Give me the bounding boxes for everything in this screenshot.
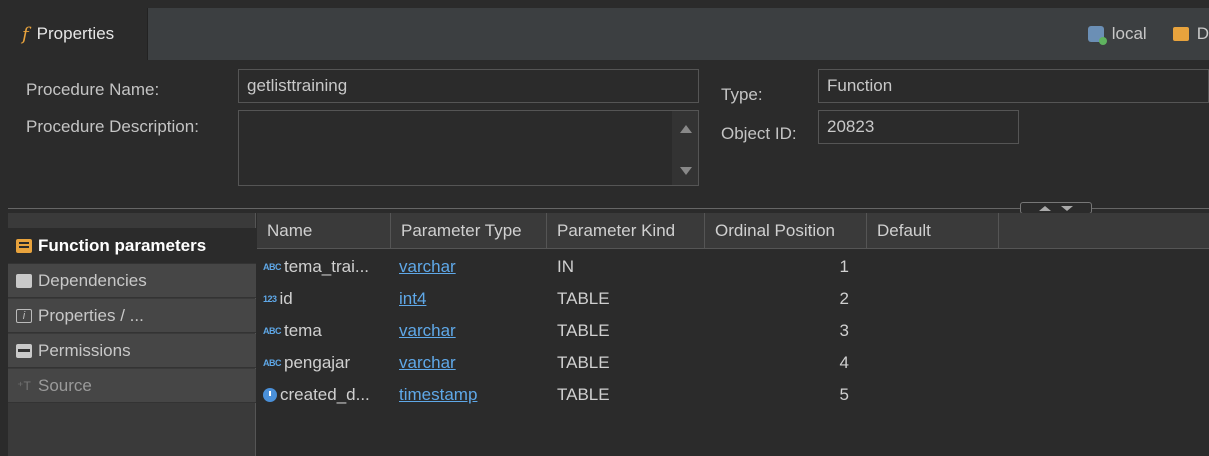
param-name: id [279, 289, 293, 308]
connection-icon [1087, 26, 1107, 45]
nav-properties[interactable]: i Properties / ... [8, 299, 256, 333]
editor-tab-bar: f Properties local D [8, 8, 1209, 60]
function-params-icon [16, 238, 32, 253]
table-row[interactable]: ABC tema_trai... varchar IN 1 [257, 251, 1209, 283]
nav-item-label: Source [38, 375, 92, 395]
nav-permissions[interactable]: Permissions [8, 334, 256, 368]
table-row[interactable]: 123 id int4 TABLE 2 [257, 283, 1209, 315]
column-header-filler [999, 213, 1209, 249]
type-field[interactable]: Function [818, 69, 1209, 103]
column-header-default[interactable]: Default [867, 213, 999, 249]
function-icon: f [22, 23, 29, 45]
param-name: created_d... [280, 385, 370, 404]
description-scrollbar[interactable] [672, 111, 698, 185]
column-header-parameter-kind[interactable]: Parameter Kind [547, 213, 705, 249]
column-header-name[interactable]: Name [257, 213, 391, 249]
param-type-link[interactable]: varchar [399, 257, 456, 277]
table-row[interactable]: created_d... timestamp TABLE 5 [257, 379, 1209, 411]
type-value: Function [827, 76, 893, 95]
column-header-label: Name [267, 220, 313, 240]
property-nav: Function parameters Dependencies i Prope… [8, 213, 256, 456]
string-type-icon: ABC [263, 326, 282, 336]
column-header-label: Ordinal Position [715, 220, 836, 240]
param-ordinal: 1 [839, 257, 849, 276]
column-header-parameter-type[interactable]: Parameter Type [391, 213, 547, 249]
param-type-link[interactable]: int4 [399, 289, 426, 309]
param-kind: TABLE [557, 289, 610, 308]
connection-indicator[interactable]: local D [1087, 8, 1209, 60]
param-type-link[interactable]: varchar [399, 321, 456, 341]
param-ordinal: 5 [839, 385, 849, 404]
type-label: Type: [721, 85, 763, 104]
nav-item-label: Function parameters [38, 235, 207, 255]
param-ordinal: 2 [839, 289, 849, 308]
nav-item-label: Permissions [38, 340, 131, 360]
param-name: pengajar [284, 353, 351, 372]
folder-icon [16, 273, 32, 288]
param-kind: TABLE [557, 321, 610, 340]
procedure-description-field[interactable] [238, 110, 699, 186]
scroll-up-icon[interactable] [680, 125, 692, 133]
procedure-name-value: getlisttraining [247, 76, 348, 95]
string-type-icon: ABC [263, 262, 282, 272]
param-kind: IN [557, 257, 574, 276]
param-name: tema_trai... [284, 257, 370, 276]
column-header-label: Parameter Kind [557, 220, 676, 240]
database-icon [1172, 27, 1189, 41]
param-type-link[interactable]: timestamp [399, 385, 477, 405]
collapse-up-icon [1039, 206, 1051, 211]
column-header-ordinal-position[interactable]: Ordinal Position [705, 213, 867, 249]
tab-properties[interactable]: f Properties [8, 8, 148, 60]
nav-item-label: Properties / ... [38, 305, 144, 325]
object-id-field[interactable]: 20823 [818, 110, 1019, 144]
param-ordinal: 3 [839, 321, 849, 340]
param-type-link[interactable]: varchar [399, 353, 456, 373]
number-type-icon: 123 [263, 294, 277, 304]
key-icon [16, 343, 32, 358]
param-name: tema [284, 321, 322, 340]
object-id-value: 20823 [827, 117, 875, 136]
connection-name: local [1111, 24, 1147, 43]
procedure-name-label: Procedure Name: [26, 80, 160, 99]
database-label: D [1196, 24, 1209, 43]
source-icon: ⁺T [17, 378, 31, 393]
string-type-icon: ABC [263, 358, 282, 368]
param-kind: TABLE [557, 353, 610, 372]
scroll-down-icon[interactable] [680, 167, 692, 175]
table-row[interactable]: ABC tema varchar TABLE 3 [257, 315, 1209, 347]
param-ordinal: 4 [839, 353, 849, 372]
info-icon: i [16, 308, 32, 323]
procedure-description-label: Procedure Description: [26, 117, 199, 136]
column-header-label: Parameter Type [401, 220, 522, 240]
param-kind: TABLE [557, 385, 610, 404]
nav-function-parameters[interactable]: Function parameters [8, 228, 256, 264]
table-row[interactable]: ABC pengajar varchar TABLE 4 [257, 347, 1209, 379]
clock-icon [263, 388, 277, 402]
expand-down-icon [1061, 206, 1073, 211]
nav-item-label: Dependencies [38, 270, 147, 290]
tab-properties-label: Properties [36, 24, 115, 43]
column-header-label: Default [877, 220, 931, 240]
procedure-name-field[interactable]: getlisttraining [238, 69, 699, 103]
nav-source[interactable]: ⁺T Source [8, 369, 256, 403]
object-id-label: Object ID: [721, 124, 797, 143]
nav-dependencies[interactable]: Dependencies [8, 264, 256, 298]
parameters-table: Name Parameter Type Parameter Kind Ordin… [257, 213, 1209, 456]
